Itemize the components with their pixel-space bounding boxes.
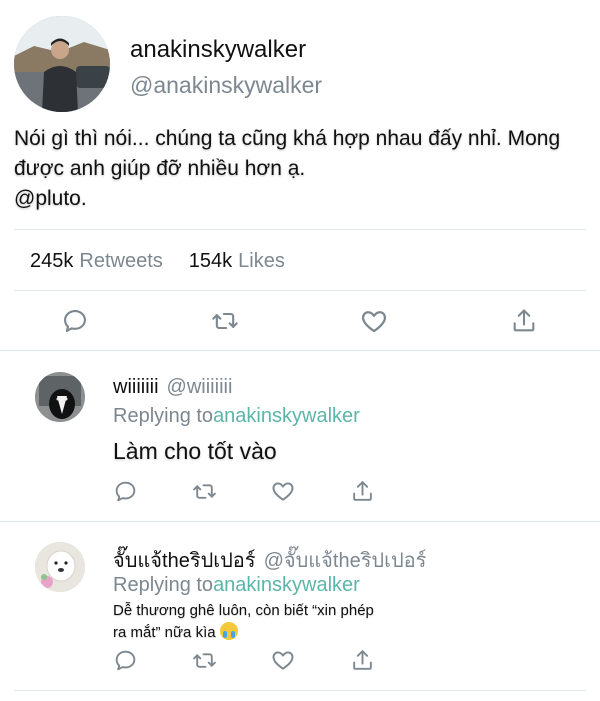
reply-header: wiiiiiii @wiiiiiii <box>113 376 232 399</box>
divider <box>14 229 586 230</box>
heart-icon[interactable] <box>357 304 391 338</box>
crying-face-emoji <box>219 622 238 640</box>
retweet-icon[interactable] <box>187 643 221 677</box>
heart-icon[interactable] <box>266 474 300 508</box>
divider <box>0 521 600 522</box>
replying-to-link[interactable]: anakinskywalker <box>213 574 360 596</box>
replying-to-link[interactable]: anakinskywalker <box>213 405 360 427</box>
retweets-stat[interactable]: 245k Retweets <box>30 250 163 273</box>
reply-text: Dễ thương ghê luôn, còn biết “xin phép r… <box>113 600 453 644</box>
replying-to: Replying toanakinskywalker <box>113 574 360 597</box>
likes-label: Likes <box>238 250 285 272</box>
heart-icon[interactable] <box>266 643 300 677</box>
author-name[interactable]: anakinskywalker <box>130 36 306 64</box>
reply-text-line-with-emoji: ra mắt” nữa kìa <box>113 622 453 644</box>
author-handle[interactable]: @anakinskywalker <box>130 72 322 99</box>
comment-icon[interactable] <box>58 304 92 338</box>
reply-avatar[interactable] <box>35 372 85 422</box>
author-avatar[interactable] <box>14 16 110 112</box>
retweets-label: Retweets <box>79 250 163 272</box>
tweet-text-line: Nói gì thì nói... chúng ta cũng khá hợp … <box>14 127 561 150</box>
share-icon[interactable] <box>507 304 541 338</box>
reply-author-name[interactable]: wiiiiiii <box>113 376 159 398</box>
tweet-stats: 245k Retweets 154k Likes <box>30 250 285 273</box>
reply-text: Làm cho tốt vào <box>113 438 277 464</box>
divider <box>14 690 586 691</box>
reply-author-name[interactable]: จั๊บแจ้theริปเปอร์ <box>113 550 256 572</box>
replying-to: Replying toanakinskywalker <box>113 405 360 428</box>
tweet-mention-pluto[interactable]: @pluto. <box>14 184 594 214</box>
replying-prefix: Replying to <box>113 574 214 596</box>
replying-prefix: Replying to <box>113 405 214 427</box>
reply-author-handle[interactable]: @จั๊บแจ้theริปเปอร์ <box>264 550 427 572</box>
retweets-count: 245k <box>30 250 74 272</box>
reply-avatar[interactable] <box>35 542 85 592</box>
comment-icon[interactable] <box>108 474 142 508</box>
likes-count: 154k <box>188 250 233 272</box>
tweet-text: Nói gì thì nói... chúng ta cũng khá hợp … <box>14 124 594 214</box>
retweet-icon[interactable] <box>208 304 242 338</box>
reply-text-line: Dễ thương ghê luôn, còn biết “xin phép <box>113 602 374 619</box>
tweet-text-line: được anh giúp đỡ nhiều hơn ạ. <box>14 157 306 180</box>
likes-stat[interactable]: 154k Likes <box>189 250 285 273</box>
reply-header: จั๊บแจ้theริปเปอร์ @จั๊บแจ้theริปเปอร์ <box>113 544 426 576</box>
comment-icon[interactable] <box>108 643 142 677</box>
divider <box>0 350 600 351</box>
divider <box>14 290 586 291</box>
retweet-icon[interactable] <box>187 474 221 508</box>
reply-text-line: ra mắt” nữa kìa <box>113 624 216 641</box>
reply-author-handle[interactable]: @wiiiiiii <box>167 376 233 398</box>
share-icon[interactable] <box>345 474 379 508</box>
share-icon[interactable] <box>345 643 379 677</box>
